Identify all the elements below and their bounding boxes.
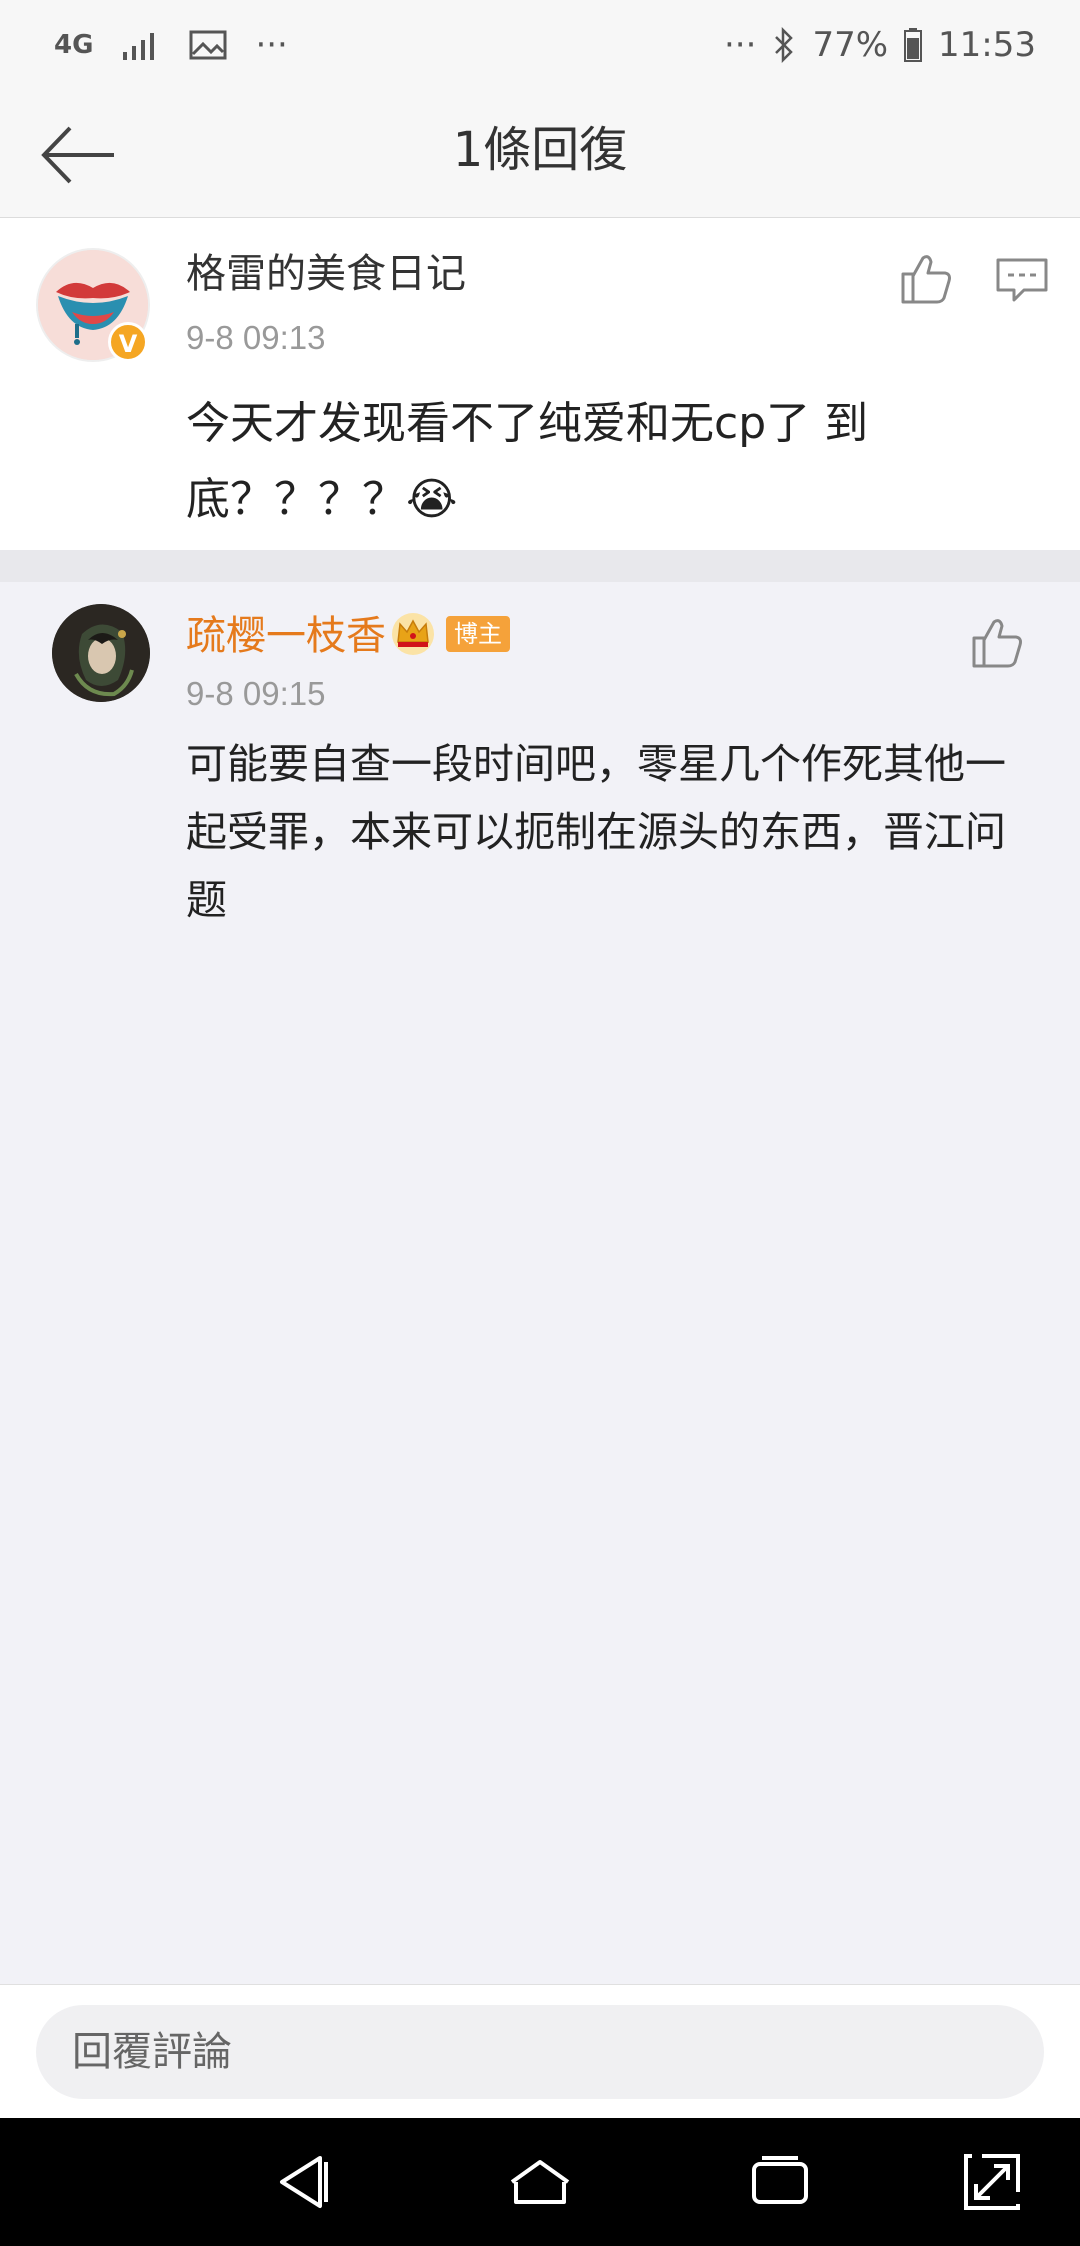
thumbs-up-icon [972,619,1022,668]
reply-text-line: 可能要自查一段时间吧，零星几个作死其他一 [186,740,1006,788]
status-bar: 4G ··· ··· 77% 11:53 [0,0,1080,90]
reply-comment-button[interactable] [992,248,1052,308]
signal-icon [121,30,161,60]
system-nav-bar [0,2118,1080,2246]
expand-icon [964,2154,1020,2210]
comment-text-line: 今天才发现看不了纯爱和无cp了 到 [186,398,869,449]
comment-username[interactable]: 格雷的美食日记 [186,248,466,300]
battery-icon [904,28,923,62]
section-divider [0,550,1080,582]
like-button[interactable] [966,612,1026,672]
nav-back-button[interactable] [270,2148,338,2216]
app-root: 4G ··· ··· 77% 11:53 1條回復 V 格雷的美食日记 9-8 … [0,0,1080,2246]
home-icon [510,2160,570,2204]
comment-timestamp: 9-8 09:13 [186,319,326,356]
image-notification-icon [189,30,227,60]
status-bar-right: ··· 77% 11:53 [724,25,1036,65]
recents-icon [752,2156,808,2204]
reply-username[interactable]: 疏樱一枝香 [186,610,386,662]
page-title: 1條回復 [452,122,628,178]
main-comment: V 格雷的美食日记 9-8 09:13 今天才发现看不了纯爱和无cp了 到 底？… [0,218,1080,550]
reply-timestamp: 9-8 09:15 [186,675,326,712]
like-button[interactable] [895,248,955,308]
reply-text-line: 起受罪，本来可以扼制在源头的东西，晋江问 [186,808,1006,856]
nav-recents-button[interactable] [746,2148,814,2216]
battery-percent: 77% [812,25,889,65]
nav-expand-button[interactable] [958,2148,1026,2216]
more-notifications-indicator: ··· [255,25,288,65]
crown-icon [390,612,436,656]
bluetooth-icon [772,27,796,63]
thumbs-up-icon [901,255,951,304]
reply-text-line: 题 [186,876,227,924]
more-status-indicator: ··· [724,25,757,65]
reply-item: 疏樱一枝香 博主 9-8 09:15 可能要自查一段时间吧，零星几个作死其他一 … [0,582,1080,942]
reply-bar: 回覆評論 [0,1984,1080,2118]
nav-home-button[interactable] [506,2148,574,2216]
portrait-avatar-icon [52,604,150,702]
page-header: 1條回復 [0,90,1080,218]
comment-icon [996,258,1048,302]
verified-badge: V [108,322,148,362]
network-type-label: 4G [54,30,94,60]
clock: 11:53 [938,25,1036,65]
blogger-badge: 博主 [446,616,510,652]
comment-text-line: 底？？？？😭 [186,474,458,525]
avatar[interactable] [52,604,150,702]
reply-input[interactable]: 回覆評論 [36,2005,1044,2099]
status-bar-left: 4G ··· [54,25,288,65]
triangle-back-icon [280,2156,328,2208]
